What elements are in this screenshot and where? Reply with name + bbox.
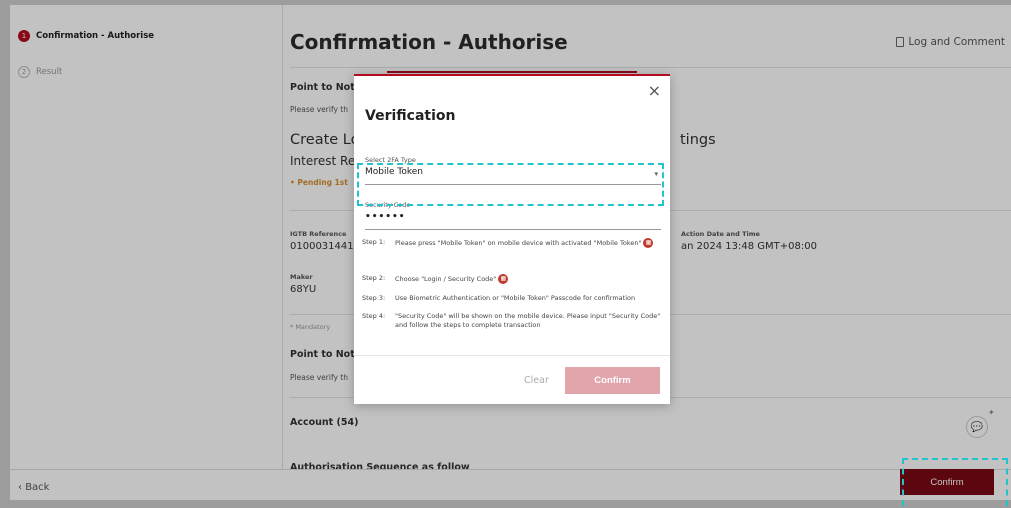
modal-divider xyxy=(354,355,670,356)
step-no: Step 3: xyxy=(362,294,386,302)
step-no: Step 2: xyxy=(362,274,386,282)
security-code-input[interactable]: •••••• xyxy=(365,212,406,222)
instruction-step: Step 4: "Security Code" will be shown on… xyxy=(362,312,665,330)
modal-title: Verification xyxy=(365,108,456,124)
step-no: Step 1: xyxy=(362,238,386,246)
highlight-2fa-field xyxy=(357,163,664,206)
clear-button[interactable]: Clear xyxy=(524,375,549,386)
highlight-confirm-button xyxy=(902,458,1008,506)
instruction-step: Step 1: Please press "Mobile Token" on m… xyxy=(362,238,665,248)
verification-modal: × Verification Select 2FA Type Mobile To… xyxy=(354,74,670,404)
step-text: "Security Code" will be shown on the mob… xyxy=(395,312,661,329)
instruction-step: Step 2: Choose "Login / Security Code" ▦ xyxy=(362,274,665,284)
step-no: Step 4: xyxy=(362,312,386,320)
step-text: Use Biometric Authentication or "Mobile … xyxy=(395,294,636,302)
hsbc-app-icon: ▦ xyxy=(498,274,509,284)
hsbc-app-icon: ▦ xyxy=(643,238,654,248)
modal-confirm-button[interactable]: Confirm xyxy=(565,367,660,394)
step-text: Please press "Mobile Token" on mobile de… xyxy=(395,238,665,248)
instruction-step: Step 3: Use Biometric Authentication or … xyxy=(362,294,665,303)
step-text: Choose "Login / Security Code" ▦ xyxy=(395,274,665,284)
close-icon[interactable]: × xyxy=(648,81,661,100)
field-underline xyxy=(365,229,661,230)
modal-accent xyxy=(354,74,670,76)
